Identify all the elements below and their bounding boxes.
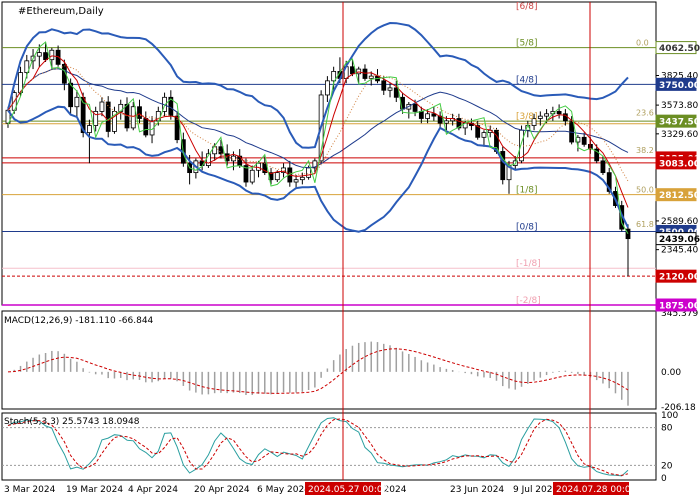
macd-label: MACD(12,26,9) -181.110 -66.844 [4,316,154,326]
price-tick-label: 3573.80 [661,101,698,111]
price-box-label: 2439.06 [659,235,700,245]
stoch-axis-label: 100 [661,411,678,421]
time-axis: 3 Mar 2024 19 Mar 2024 4 Apr 2024 20 Apr 20… [4,482,637,495]
candle [393,87,399,98]
time-highlight-label: 2024.07.28 00:00 [556,485,637,495]
murrey-label: [5/8] [516,39,538,49]
fib-label: 61.8 [636,220,654,229]
candle [218,146,224,155]
murrey-label: [-1/8] [516,259,541,269]
murrey-label: [-2/8] [516,296,541,306]
ethereum-daily-chart: [5/8] [4/8] [3/8] [1/8] [0/8] [-1/8] [-2/8] [6/… [1,1,700,495]
candle [143,118,149,136]
macd-signal [7,348,629,394]
price-box-label: 2812.50 [659,191,700,201]
murrey-label: [1/8] [516,186,538,196]
candle [418,111,424,119]
murrey-label: [3/8] [516,112,538,122]
candle [293,179,299,183]
price-axis: 3825.403573.803329.602589.602345.404062.… [655,41,700,312]
stoch-axis-label: 80 [661,424,673,434]
candle [249,169,255,183]
chart-title: #Ethereum,Daily [18,6,104,17]
murrey-label: [4/8] [516,75,538,85]
candle [581,136,587,145]
murrey-label: [6/8] [516,2,538,12]
candle [99,101,105,112]
candle [443,120,449,124]
time-label: 9 Jul 2024 [513,485,558,495]
price-box-label: 2120.00 [659,273,700,283]
macd-axis-label: 0.00 [661,368,681,378]
price-box-label: 3750.00 [659,81,700,91]
time-label: 23 Jun 2024 [450,485,504,495]
candle [544,113,549,117]
price-panel: [5/8] [4/8] [3/8] [1/8] [0/8] [-1/8] [-2/8] [6/… [1,1,657,306]
candle [87,125,92,134]
candle [274,172,280,181]
price-box-label: 3083.00 [659,159,700,169]
candle [387,87,393,91]
fib-label: 23.6 [636,108,654,117]
price-box-label: 4062.50 [659,44,700,54]
candle [569,120,575,143]
candle [425,113,430,119]
fib-label: 50.0 [636,186,654,195]
candle [350,66,355,75]
candle [49,49,55,61]
time-label: 4 Apr 2024 [128,485,178,495]
candle [537,115,543,119]
time-label: 3 Mar 2024 [4,485,56,495]
price-tick-label: 2345.40 [661,246,698,256]
price-box-label: 3437.50 [659,118,700,128]
candle [600,160,606,174]
candle [306,167,312,178]
candle [299,176,305,181]
candle [105,101,111,132]
candle [36,52,42,57]
candle [381,80,387,91]
time-label: 6 May 2024 [257,485,310,495]
candle [412,103,418,112]
time-label: 20 Apr 2024 [194,485,250,495]
stoch-axis-label: 0 [661,474,667,484]
time-label: 19 Mar 2024 [66,485,123,495]
stoch-axis-label: 20 [661,461,673,471]
candle [556,111,562,115]
stoch-label: Stoch(5,3,3) 25.5743 18.0948 [4,417,140,427]
candle [481,132,487,138]
candle [74,96,80,108]
candle [43,52,48,61]
candle [137,106,142,119]
fib-label: 38.2 [636,146,654,155]
price-tick-label: 3329.60 [661,130,698,140]
time-highlight-label: 2024.05.27 00:00 [308,485,389,495]
candle [324,80,330,96]
fib-label: 0.0 [636,39,649,48]
price-box-label: 1875.00 [659,302,700,312]
murrey-label: [0/8] [516,222,538,232]
